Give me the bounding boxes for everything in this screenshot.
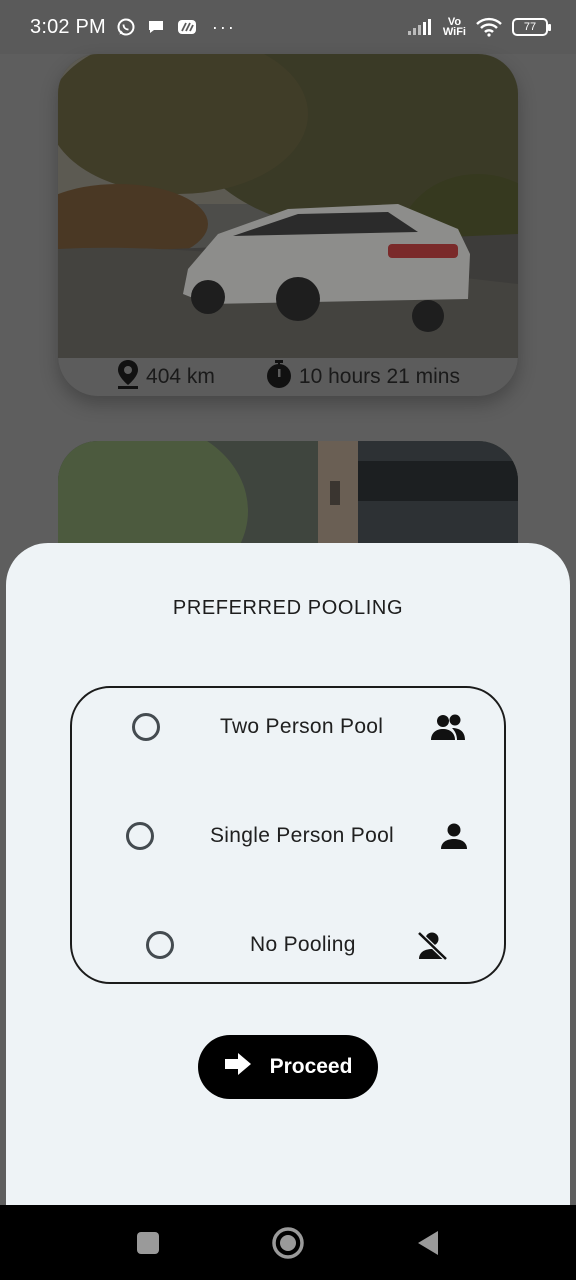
more-notifications: ···: [211, 16, 236, 37]
pooling-options-group: Two Person Pool Single Person Pool No Po…: [70, 686, 506, 984]
status-bar: 3:02 PM ··· Vo WiFi 77: [0, 0, 576, 54]
system-nav-bar: [0, 1205, 576, 1280]
arrow-right-icon: [224, 1052, 252, 1082]
person-off-icon: [414, 929, 450, 961]
sheet-title: PREFERRED POOLING: [172, 597, 404, 619]
status-left: 3:02 PM ···: [30, 16, 236, 39]
triangle-back-icon: [418, 1230, 438, 1255]
radio-no-pooling[interactable]: [146, 931, 174, 959]
wifi-icon: [476, 17, 502, 37]
duration-text: 10 hours 21 mins: [298, 365, 460, 388]
home-button[interactable]: [268, 1223, 308, 1263]
option-two-person-pool[interactable]: Two Person Pool: [72, 702, 504, 752]
proceed-label: Proceed: [269, 1055, 353, 1078]
radio-two-person-pool[interactable]: [132, 713, 160, 741]
option-no-pooling[interactable]: No Pooling: [72, 920, 504, 970]
radio-single-person-pool[interactable]: [126, 822, 154, 850]
status-time: 3:02 PM: [30, 15, 106, 38]
car-meta: 404 km 10 hours 21 mins: [58, 358, 518, 396]
app-icon: [176, 17, 198, 37]
people-icon: [430, 711, 466, 743]
car-photo: [58, 54, 518, 358]
back-button[interactable]: [408, 1223, 448, 1263]
vowifi-line2: WiFi: [442, 26, 466, 38]
square-icon: [137, 1231, 159, 1254]
battery-icon: 77: [512, 18, 551, 36]
whatsapp-icon: [116, 17, 136, 37]
pooling-bottom-sheet: PREFERRED POOLING Two Person Pool Single…: [6, 543, 570, 1223]
location-pin-icon: [116, 359, 140, 395]
car-card[interactable]: 404 km 10 hours 21 mins: [58, 54, 518, 396]
recents-button[interactable]: [128, 1223, 168, 1263]
vowifi-label: Vo WiFi: [442, 17, 466, 38]
signal-icon: [407, 18, 433, 36]
distance-item: 404 km: [116, 359, 215, 395]
person-icon: [436, 820, 472, 852]
option-label: Two Person Pool: [220, 715, 384, 738]
option-single-person-pool[interactable]: Single Person Pool: [72, 811, 504, 861]
stopwatch-icon: [265, 359, 293, 395]
chat-bubble-icon: [146, 17, 166, 37]
option-label: Single Person Pool: [210, 824, 395, 847]
option-label: No Pooling: [250, 933, 356, 956]
duration-item: 10 hours 21 mins: [265, 359, 460, 395]
circle-icon: [272, 1226, 304, 1259]
proceed-button[interactable]: Proceed: [198, 1035, 378, 1099]
distance-text: 404 km: [146, 365, 215, 388]
status-right: Vo WiFi 77: [407, 17, 551, 38]
